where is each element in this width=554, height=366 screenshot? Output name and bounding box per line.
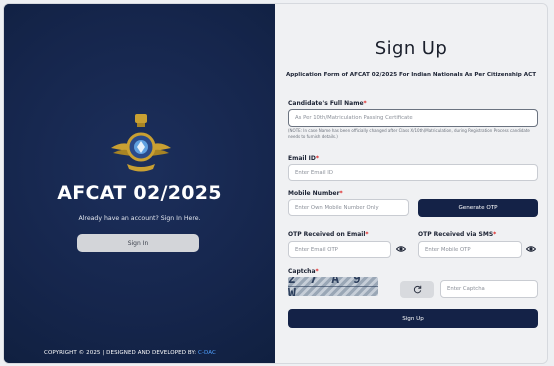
generate-otp-button[interactable]: Generate OTP (418, 199, 538, 217)
name-change-note: (NOTE: In case Name has been officially … (288, 128, 530, 139)
refresh-captcha-button[interactable] (400, 281, 434, 298)
left-panel: AFCAT 02/2025 Already have an account? S… (4, 4, 275, 363)
mobile-input[interactable]: Enter Own Mobile Number Only (288, 199, 409, 216)
captcha-strike-line (288, 286, 378, 287)
full-name-input[interactable]: As Per 10th/Matriculation Passing Certif… (288, 109, 538, 127)
refresh-icon (413, 285, 421, 294)
email-input[interactable]: Enter Email ID (288, 164, 538, 181)
eye-icon[interactable] (526, 244, 536, 254)
email-otp-input[interactable]: Enter Email OTP (288, 241, 391, 258)
exam-title: AFCAT 02/2025 (57, 182, 222, 204)
captcha-input[interactable]: Enter Captcha (440, 280, 538, 298)
otp-sms-label: OTP Received via SMS* (418, 231, 497, 238)
form-title: Sign Up (374, 38, 448, 59)
captcha-label: Captcha* (288, 268, 319, 275)
eye-icon[interactable] (396, 244, 406, 254)
air-force-emblem-icon (111, 114, 171, 172)
copyright-text: COPYRIGHT © 2025 | DESIGNED AND DEVELOPE… (44, 350, 197, 356)
email-label: Email ID* (288, 155, 319, 162)
sign-up-button[interactable]: Sign Up (288, 309, 538, 328)
captcha-image: 2 7 A 9 W (288, 277, 378, 296)
full-name-label: Candidate's Full Name* (288, 100, 367, 107)
form-subtitle: Application Form of AFCAT 02/2025 For In… (285, 72, 537, 78)
signin-prompt: Already have an account? Sign In Here. (78, 215, 201, 222)
copyright-footer: COPYRIGHT © 2025 | DESIGNED AND DEVELOPE… (44, 350, 216, 356)
mobile-otp-input[interactable]: Enter Mobile OTP (418, 241, 522, 258)
otp-email-label: OTP Received on Email* (288, 231, 369, 238)
app-window: AFCAT 02/2025 Already have an account? S… (4, 4, 547, 363)
signup-form-panel: Sign Up Application Form of AFCAT 02/202… (275, 4, 547, 363)
mobile-label: Mobile Number* (288, 190, 343, 197)
sign-in-button[interactable]: Sign In (77, 234, 199, 252)
cdac-link[interactable]: C-DAC (198, 350, 216, 356)
